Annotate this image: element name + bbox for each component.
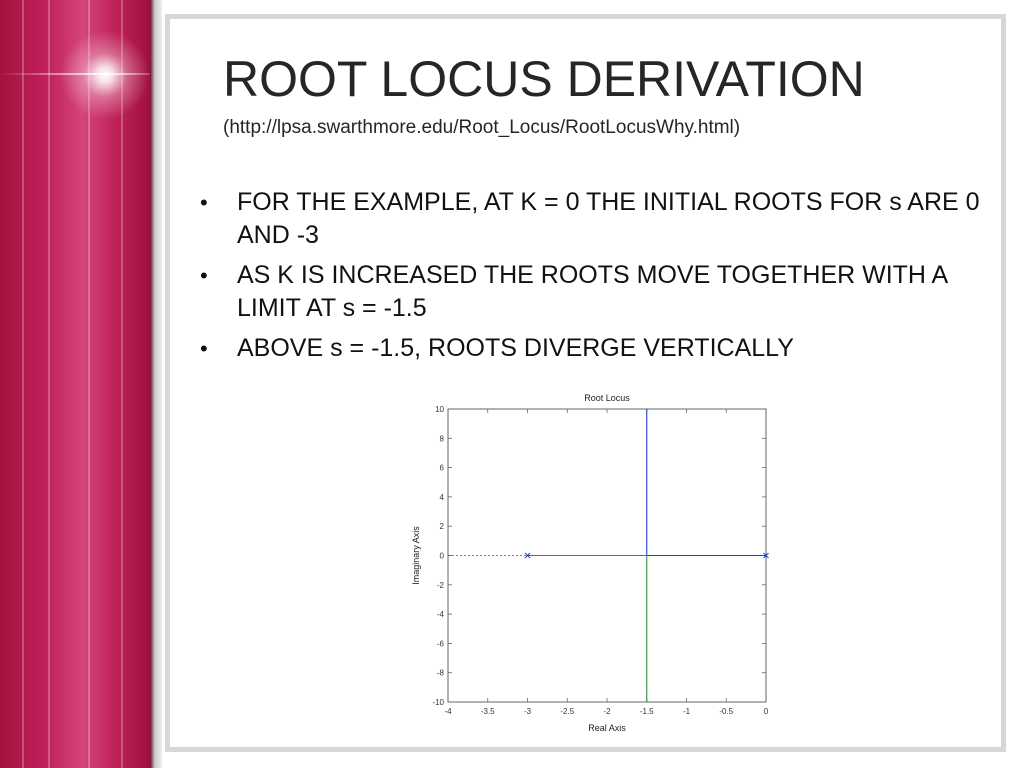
bullet-icon: • <box>200 336 208 361</box>
bullet-item: • AS K IS INCREASED THE ROOTS MOVE TOGETH… <box>198 259 988 325</box>
x-tick-label: -0.5 <box>719 707 733 716</box>
y-tick-label: -6 <box>437 639 445 648</box>
bullet-item: • ABOVE s = -1.5, ROOTS DIVERGE VERTICALL… <box>198 332 988 365</box>
y-tick-label: -2 <box>437 581 445 590</box>
bullet-text: ABOVE s = -1.5, ROOTS DIVERGE VERTICALLY <box>237 334 794 362</box>
y-tick-label: 0 <box>440 552 445 561</box>
y-axis-label: Imaginary Axis <box>411 526 421 585</box>
y-tick-label: -10 <box>432 698 444 707</box>
x-tick-label: -4 <box>444 707 452 716</box>
x-tick-label: 0 <box>764 707 769 716</box>
band-stripe <box>48 0 50 768</box>
bullet-icon: • <box>200 190 208 215</box>
y-tick-label: 6 <box>440 464 445 473</box>
x-tick-label: -3.5 <box>481 707 495 716</box>
band-edge-shadow <box>150 0 162 768</box>
x-tick-label: -1 <box>683 707 691 716</box>
bullet-item: • FOR THE EXAMPLE, AT K = 0 THE INITIAL R… <box>198 186 988 252</box>
root-locus-chart: -4 -3.5 -3 -2.5 -2 -1.5 -1 -0.5 0 -10 -8 -6 -4 -2 0 2 4 6… <box>395 385 785 740</box>
y-tick-label: -8 <box>437 669 445 678</box>
bullet-text: FOR THE EXAMPLE, AT K = 0 THE INITIAL RO… <box>237 188 980 249</box>
y-tick-label: 4 <box>440 493 445 502</box>
bullet-list: • FOR THE EXAMPLE, AT K = 0 THE INITIAL R… <box>198 186 988 372</box>
y-tick-label: 8 <box>440 434 445 443</box>
x-tick-label: -3 <box>524 707 532 716</box>
decorative-side-band <box>0 0 150 768</box>
y-tick-label: 10 <box>435 405 444 414</box>
y-tick-label: 2 <box>440 522 445 531</box>
slide-subtitle-link[interactable]: (http://lpsa.swarthmore.edu/Root_Locus/R… <box>223 117 740 139</box>
x-tick-label: -1.5 <box>640 707 654 716</box>
band-stripe <box>22 0 24 768</box>
x-tick-label: -2 <box>603 707 611 716</box>
lens-flare-icon <box>60 30 150 120</box>
bullet-text: AS K IS INCREASED THE ROOTS MOVE TOGETHE… <box>237 261 947 322</box>
bullet-icon: • <box>200 263 208 288</box>
slide-title: ROOT LOCUS DERIVATION <box>223 51 865 107</box>
y-tick-label: -4 <box>437 610 445 619</box>
chart-svg: -4 -3.5 -3 -2.5 -2 -1.5 -1 -0.5 0 -10 -8 -6 -4 -2 0 2 4 6… <box>411 393 769 733</box>
x-axis-label: Real Axis <box>588 723 626 733</box>
chart-title: Root Locus <box>584 393 630 403</box>
x-tick-label: -2.5 <box>560 707 574 716</box>
